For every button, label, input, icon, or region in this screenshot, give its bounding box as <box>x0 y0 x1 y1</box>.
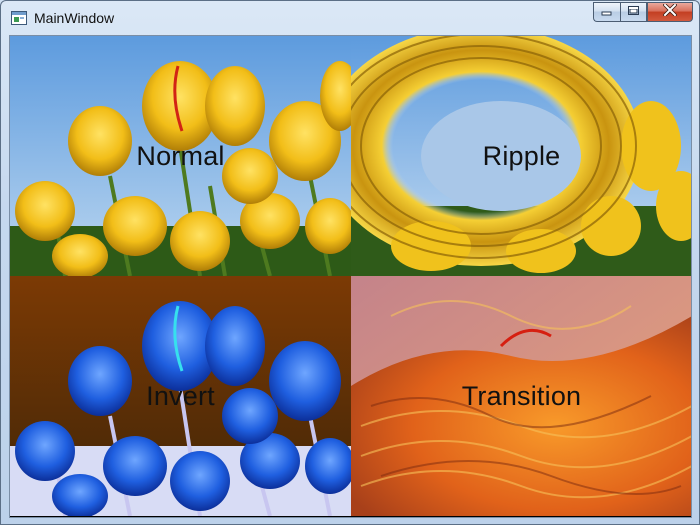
tile-invert[interactable]: Invert <box>10 276 351 516</box>
window-controls <box>593 2 693 23</box>
tile-normal[interactable]: Normal <box>10 36 351 276</box>
label-normal: Normal <box>136 140 225 171</box>
tile-transition[interactable]: Transition <box>351 276 691 516</box>
title-bar[interactable]: MainWindow <box>1 1 699 35</box>
close-icon <box>662 2 678 21</box>
close-button[interactable] <box>647 2 693 22</box>
client-area: Normal Ripple Invert Transition <box>9 35 692 518</box>
window-title: MainWindow <box>34 10 115 26</box>
label-invert: Invert <box>146 380 215 411</box>
minimize-button[interactable] <box>593 2 620 22</box>
label-transition: Transition <box>461 380 582 411</box>
minimize-icon <box>601 3 613 21</box>
wpf-window-icon[interactable] <box>11 10 27 26</box>
maximize-button[interactable] <box>620 2 647 22</box>
main-window: MainWindow Normal Ripple Invert Transiti… <box>0 0 700 525</box>
tile-ripple[interactable]: Ripple <box>351 36 691 276</box>
maximize-icon <box>627 3 640 21</box>
label-ripple: Ripple <box>482 140 561 171</box>
